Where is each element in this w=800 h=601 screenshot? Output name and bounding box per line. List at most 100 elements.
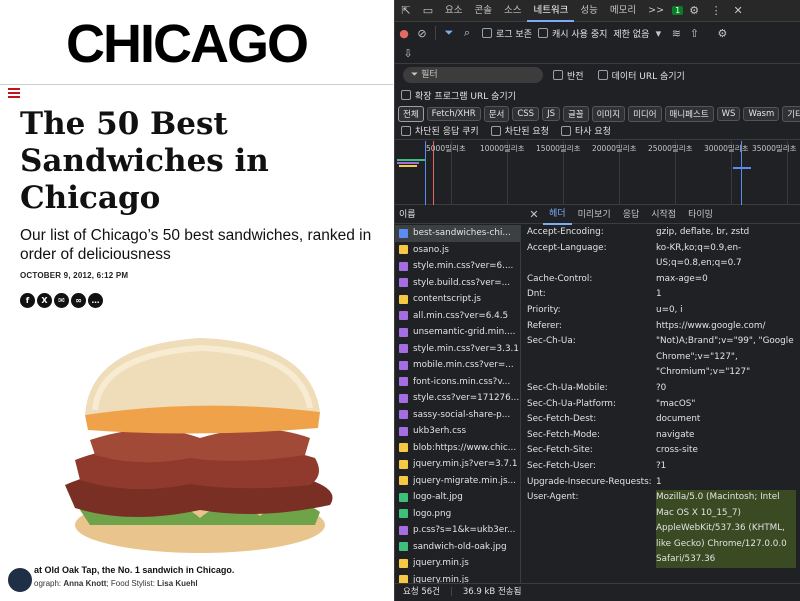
issues-badge[interactable]: 1 xyxy=(672,6,684,15)
waterfall-bar xyxy=(733,167,751,169)
import-har-icon[interactable]: ⇧ xyxy=(685,27,703,40)
stylesheet-icon xyxy=(399,278,408,288)
request-row[interactable]: best-sandwiches-chi... xyxy=(395,225,520,242)
settings-gear-icon[interactable]: ⚙ xyxy=(683,4,705,17)
request-row[interactable]: style.min.css?ver=3.3.1 xyxy=(395,341,520,358)
close-detail-icon[interactable]: ✕ xyxy=(525,208,543,221)
devtools-tabbar: ⇱ ▭ 요소 콘솔 소스 네트워크 성능 메모리 >> 1 ⚙ ⋮ ✕ xyxy=(395,0,800,22)
floating-avatar-button[interactable] xyxy=(6,566,34,594)
tab-console[interactable]: 콘솔 xyxy=(468,0,497,22)
device-toolbar-icon[interactable]: ▭ xyxy=(417,4,439,17)
type-chip-fetch[interactable]: Fetch/XHR xyxy=(426,107,481,121)
resource-type-filter: 전체 Fetch/XHR 문서 CSS JS 글꼴 이미지 미디어 매니페스트 … xyxy=(395,104,800,124)
tab-performance[interactable]: 성능 xyxy=(574,0,603,22)
type-chip-all[interactable]: 전체 xyxy=(398,106,424,122)
request-row[interactable]: all.min.css?ver=6.4.5 xyxy=(395,308,520,325)
type-chip-other[interactable]: 기타 xyxy=(782,106,800,122)
search-icon[interactable]: ⌕ xyxy=(458,26,476,40)
request-row[interactable]: contentscript.js xyxy=(395,291,520,308)
network-settings-gear-icon[interactable]: ⚙ xyxy=(713,27,731,40)
blocked-cookies-checkbox[interactable] xyxy=(401,125,411,136)
name-column-header[interactable]: 이름 xyxy=(395,206,521,224)
export-har-icon[interactable]: ⇩ xyxy=(399,47,417,60)
type-chip-css[interactable]: CSS xyxy=(512,107,540,121)
photo-credit: ograph: Anna Knott; Food Stylist: Lisa K… xyxy=(34,579,389,588)
hide-data-urls-checkbox[interactable] xyxy=(597,70,608,80)
chevron-down-icon[interactable]: ▾ xyxy=(649,27,667,40)
request-row[interactable]: p.css?s=1&k=ukb3er... xyxy=(395,522,520,539)
network-overview-timeline[interactable]: 5000밀리초 10000밀리초 15000밀리초 20000밀리초 25000… xyxy=(395,141,800,205)
request-row[interactable]: jquery.min.js?ver=3.7.1 xyxy=(395,456,520,473)
type-chip-js[interactable]: JS xyxy=(542,107,560,121)
request-row[interactable]: style.css?ver=171276... xyxy=(395,390,520,407)
type-chip-media[interactable]: 미디어 xyxy=(628,106,662,122)
article-page: CHICAGO The 50 Best Sandwiches in Chicag… xyxy=(0,0,393,601)
site-logo[interactable]: CHICAGO xyxy=(66,14,309,74)
tab-timing[interactable]: 타이밍 xyxy=(682,206,719,224)
image-icon xyxy=(399,492,408,502)
network-conditions-icon[interactable]: ≋ xyxy=(667,27,685,40)
type-chip-font[interactable]: 글꼴 xyxy=(562,106,589,122)
clear-icon[interactable]: ⊘ xyxy=(413,27,431,40)
third-party-checkbox[interactable] xyxy=(560,125,571,136)
tab-preview[interactable]: 미리보기 xyxy=(572,206,617,224)
type-chip-manifest[interactable]: 매니페스트 xyxy=(664,106,714,122)
request-row[interactable]: sassy-social-share-p... xyxy=(395,407,520,424)
more-tabs-button[interactable]: >> xyxy=(642,0,670,22)
request-row[interactable]: osano.js xyxy=(395,242,520,259)
throttling-select[interactable]: 제한 없음 xyxy=(613,27,649,40)
hide-extension-urls-checkbox[interactable] xyxy=(401,90,411,100)
request-row[interactable]: mobile.min.css?ver=... xyxy=(395,357,520,374)
x-icon[interactable]: X xyxy=(37,293,52,308)
disable-cache-checkbox[interactable] xyxy=(537,28,548,38)
request-count: 요청 56건 xyxy=(403,587,440,597)
filter-input[interactable]: ⏷ 필터 xyxy=(403,67,543,83)
header-divider xyxy=(0,84,393,85)
request-row[interactable]: sandwich-old-oak.jpg xyxy=(395,539,520,556)
header-row: Sec-Fetch-User: ?1 xyxy=(527,460,667,471)
preserve-log-label: 로그 보존 xyxy=(496,29,532,40)
network-toolbar-row2: ⇩ xyxy=(395,44,800,64)
filter-icon[interactable]: ⏷ xyxy=(440,26,458,40)
article-headline: The 50 Best Sandwiches in Chicago xyxy=(20,106,269,216)
tab-memory[interactable]: 메모리 xyxy=(604,0,642,22)
request-row[interactable]: logo.png xyxy=(395,506,520,523)
request-row[interactable]: style.build.css?ver=... xyxy=(395,275,520,292)
request-row[interactable]: jquery.min.js xyxy=(395,572,520,583)
request-row[interactable]: jquery-migrate.min.js... xyxy=(395,473,520,490)
tab-headers[interactable]: 헤더 xyxy=(543,205,572,225)
hamburger-menu-icon[interactable] xyxy=(8,88,20,98)
request-row[interactable]: blob:https://www.chic... xyxy=(395,440,520,457)
close-devtools-icon[interactable]: ✕ xyxy=(727,4,749,17)
invert-checkbox[interactable] xyxy=(553,70,563,80)
credit-stylist: Lisa Kuehl xyxy=(157,579,198,588)
tab-elements[interactable]: 요소 xyxy=(439,0,468,22)
type-chip-ws[interactable]: WS xyxy=(716,107,741,121)
request-row[interactable]: ukb3erh.css xyxy=(395,423,520,440)
email-icon[interactable]: ✉ xyxy=(54,293,69,308)
header-row: Accept-Language: ko-KR,ko;q=0.9,en-US;q=0… xyxy=(527,242,742,269)
comment-icon[interactable]: … xyxy=(88,293,103,308)
type-chip-wasm[interactable]: Wasm xyxy=(743,107,780,121)
script-icon xyxy=(399,443,408,453)
preserve-log-checkbox[interactable] xyxy=(482,28,492,38)
request-row[interactable]: font-icons.min.css?v... xyxy=(395,374,520,391)
blocked-requests-checkbox[interactable] xyxy=(490,125,501,136)
header-row: Cache-Control: max-age=0 xyxy=(527,273,708,284)
facebook-icon[interactable]: f xyxy=(20,293,35,308)
header-row: Sec-Ch-Ua: "Not)A;Brand";v="99", "Google … xyxy=(527,336,794,378)
type-chip-img[interactable]: 이미지 xyxy=(591,106,626,122)
request-row[interactable]: unsemantic-grid.min.... xyxy=(395,324,520,341)
link-icon[interactable]: ∞ xyxy=(71,293,86,308)
request-row[interactable]: style.min.css?ver=6.... xyxy=(395,258,520,275)
tab-initiator[interactable]: 시작점 xyxy=(645,206,682,224)
type-chip-doc[interactable]: 문서 xyxy=(483,106,510,122)
request-row[interactable]: logo-alt.jpg xyxy=(395,489,520,506)
inspect-element-icon[interactable]: ⇱ xyxy=(395,4,417,17)
request-row[interactable]: jquery.min.js xyxy=(395,555,520,572)
tab-response[interactable]: 응답 xyxy=(617,206,646,224)
tab-network[interactable]: 네트워크 xyxy=(527,0,575,22)
tab-sources[interactable]: 소스 xyxy=(498,0,527,22)
more-options-icon[interactable]: ⋮ xyxy=(705,4,727,17)
record-icon[interactable]: ● xyxy=(395,27,413,40)
